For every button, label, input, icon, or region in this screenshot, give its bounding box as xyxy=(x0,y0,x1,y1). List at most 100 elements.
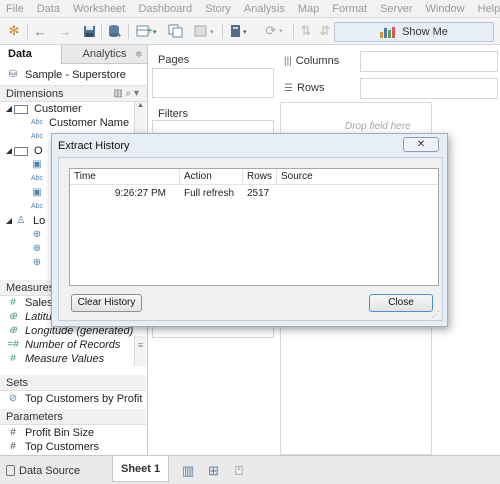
column-header-action[interactable]: Action xyxy=(180,169,243,185)
pane-menu-icon[interactable]: ≑ xyxy=(135,45,143,64)
cell-time: 9:26:27 PM xyxy=(114,188,166,199)
toolbar: ✻ ← → + + ▾ ▾ ▾ ⟳ ▾ ⇅ ⇵ Show Me xyxy=(0,18,500,45)
pages-shelf[interactable] xyxy=(152,68,274,98)
column-header-time[interactable]: Time xyxy=(70,169,180,185)
forward-icon[interactable]: → xyxy=(58,23,72,39)
datasource-menu-icon[interactable]: ▾ xyxy=(228,23,254,39)
data-source-tab[interactable]: Data Source xyxy=(6,461,80,481)
calendar-icon: ▣ xyxy=(32,187,42,198)
svg-text:▾: ▾ xyxy=(243,29,247,36)
measure-label: Number of Records xyxy=(25,339,121,351)
dimension-folder-customer[interactable]: ◢ Customer xyxy=(0,102,147,116)
parameter-item[interactable]: # Profit Bin Size xyxy=(0,426,146,440)
tab-analytics-label: Analytics xyxy=(82,48,127,60)
refresh-icon[interactable]: ⟳ ▾ xyxy=(262,23,286,39)
sets-title: Sets xyxy=(6,377,29,389)
datasource-icon: ⛁ xyxy=(8,69,18,80)
add-datasource-icon[interactable]: + xyxy=(107,23,123,39)
parameters-header: Parameters xyxy=(0,409,146,425)
menu-map[interactable]: Map xyxy=(298,3,319,15)
menu-format[interactable]: Format xyxy=(332,3,367,15)
collapse-icon: ◢ xyxy=(5,216,13,225)
menu-dashboard[interactable]: Dashboard xyxy=(138,3,192,15)
folder-icon xyxy=(14,104,28,114)
data-pane-tabs: Data Analytics ≑ xyxy=(0,45,147,64)
column-header-source[interactable]: Source xyxy=(277,169,440,185)
svg-text:▾: ▾ xyxy=(210,29,214,36)
menu-window[interactable]: Window xyxy=(426,3,465,15)
dimension-label: O xyxy=(34,145,43,157)
drop-field-hint: Drop field here xyxy=(345,121,411,132)
back-icon[interactable]: ← xyxy=(33,23,47,39)
measures-title: Measures xyxy=(6,282,55,294)
menu-analysis[interactable]: Analysis xyxy=(244,3,285,15)
dialog-title: Extract History xyxy=(58,140,130,152)
close-button[interactable]: Close xyxy=(369,294,433,312)
column-header-rows[interactable]: Rows xyxy=(243,169,277,185)
tab-analytics[interactable]: Analytics ≑ xyxy=(62,45,147,64)
scroll-up-icon: ▲ xyxy=(137,102,144,109)
measure-label: Measure Values xyxy=(25,353,105,365)
dimensions-tools-icon[interactable]: ▥ ⌕ ▾ xyxy=(113,86,139,102)
columns-title: Columns xyxy=(295,55,340,67)
dialog-close-icon[interactable]: ✕ xyxy=(403,137,439,152)
cell-rows: 2517 xyxy=(247,188,270,199)
menu-help[interactable]: Help xyxy=(478,3,500,15)
swap-icon[interactable]: ⇅ xyxy=(299,23,313,39)
save-icon[interactable] xyxy=(82,23,96,39)
number-icon: # xyxy=(10,297,16,308)
string-icon: Abc xyxy=(30,175,44,182)
clear-history-button[interactable]: Clear History xyxy=(71,294,142,312)
datasource-tab-icon xyxy=(6,465,15,476)
columns-shelf-label: ||| Columns xyxy=(280,50,360,72)
set-item[interactable]: ⊘ Top Customers by Profit xyxy=(0,391,146,407)
dimension-item[interactable]: Abc Customer Name xyxy=(0,116,147,130)
globe-icon: ⊕ xyxy=(32,257,42,268)
measures-scrollbar[interactable]: ≡ xyxy=(134,336,146,366)
new-worksheet-tab-icon[interactable]: ▥ xyxy=(182,461,194,481)
number-icon: # xyxy=(10,353,16,364)
menu-worksheet[interactable]: Worksheet xyxy=(73,3,125,15)
sets-list: ⊘ Top Customers by Profit xyxy=(0,391,146,407)
measure-item[interactable]: =# Number of Records xyxy=(0,338,146,352)
datasource-name: Sample - Superstore xyxy=(25,68,126,81)
measure-item[interactable]: # Measure Values xyxy=(0,352,146,366)
parameter-item[interactable]: # Top Customers xyxy=(0,440,146,454)
calendar-icon: ▣ xyxy=(32,159,42,170)
duplicate-icon[interactable] xyxy=(167,23,187,39)
new-dashboard-tab-icon[interactable]: ⊞ xyxy=(208,461,219,481)
number-icon: # xyxy=(10,441,16,452)
dialog-body: Time Action Rows Source 9:26:27 PM Full … xyxy=(58,157,443,321)
tab-data[interactable]: Data xyxy=(0,45,62,64)
tableau-logo-icon[interactable]: ✻ xyxy=(6,23,22,39)
string-icon: Abc xyxy=(30,119,44,126)
menu-story[interactable]: Story xyxy=(205,3,231,15)
sheet-tab[interactable]: Sheet 1 xyxy=(112,456,170,482)
menu-data[interactable]: Data xyxy=(37,3,60,15)
show-me-button[interactable]: Show Me xyxy=(334,22,494,42)
new-story-tab-icon[interactable]: ⍞ xyxy=(235,461,243,481)
parameters-list: # Profit Bin Size # Top Customers xyxy=(0,426,146,454)
hierarchy-icon: ♙ xyxy=(16,215,26,226)
bottom-tab-bar: Data Source Sheet 1 ▥ ⊞ ⍞ xyxy=(0,455,500,484)
new-worksheet-icon[interactable]: + ▾ xyxy=(135,23,159,39)
string-icon: Abc xyxy=(30,133,44,140)
dimension-label: Lo xyxy=(33,215,46,227)
columns-shelf[interactable] xyxy=(360,51,498,72)
extract-history-dialog: Extract History ✕ Time Action Rows Sourc… xyxy=(51,133,448,327)
globe-icon: ⊕ xyxy=(32,243,42,254)
globe-icon: ⊕ xyxy=(32,229,42,240)
folder-icon xyxy=(14,146,28,156)
clear-sheet-icon[interactable]: ▾ xyxy=(192,23,216,39)
set-icon: ⊘ xyxy=(8,393,18,404)
menu-server[interactable]: Server xyxy=(380,3,412,15)
rows-shelf[interactable] xyxy=(360,78,498,99)
menu-bar: File Data Worksheet Dashboard Story Anal… xyxy=(0,0,500,18)
resize-grip-icon[interactable]: ⋰ xyxy=(432,310,440,319)
menu-file[interactable]: File xyxy=(6,3,24,15)
datasource-item[interactable]: ⛁ Sample - Superstore xyxy=(0,64,147,86)
number-icon: =# xyxy=(7,339,19,350)
sort-icon[interactable]: ⇵ xyxy=(318,23,332,39)
extract-history-table: Time Action Rows Source 9:26:27 PM Full … xyxy=(69,168,439,286)
collapse-icon: ◢ xyxy=(5,104,13,113)
